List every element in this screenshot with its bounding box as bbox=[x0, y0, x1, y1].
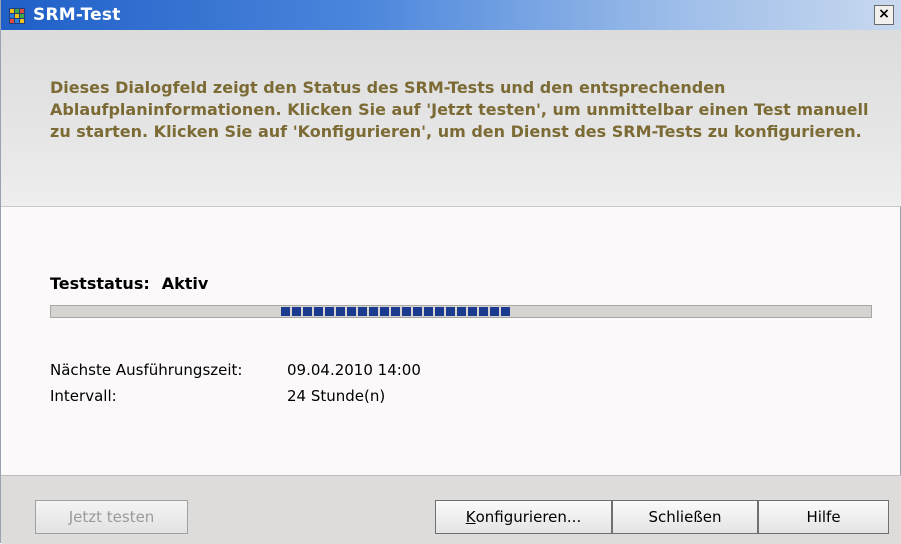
close-icon[interactable]: × bbox=[874, 5, 894, 25]
progress-block bbox=[336, 307, 345, 316]
srm-test-dialog: SRM-Test × Dieses Dialogfeld zeigt den S… bbox=[0, 0, 901, 544]
info-description: Dieses Dialogfeld zeigt den Status des S… bbox=[50, 78, 869, 141]
help-button[interactable]: Hilfe bbox=[758, 500, 889, 534]
next-run-label: Nächste Ausführungszeit: bbox=[50, 361, 243, 379]
test-status-label: Teststatus: bbox=[50, 274, 150, 293]
progress-block bbox=[435, 307, 444, 316]
title-bar[interactable]: SRM-Test × bbox=[1, 0, 901, 30]
progress-block bbox=[468, 307, 477, 316]
test-status-value: Aktiv bbox=[161, 274, 209, 293]
progress-block bbox=[281, 307, 290, 316]
close-button[interactable]: Schließen bbox=[612, 500, 758, 534]
progress-block bbox=[424, 307, 433, 316]
progress-block bbox=[391, 307, 400, 316]
test-status: Teststatus: Aktiv bbox=[50, 274, 208, 293]
test-now-button[interactable]: Jetzt testen bbox=[35, 500, 188, 534]
progress-fill bbox=[281, 307, 510, 316]
progress-block bbox=[303, 307, 312, 316]
progress-block bbox=[358, 307, 367, 316]
progress-block bbox=[369, 307, 378, 316]
progress-block bbox=[380, 307, 389, 316]
window-title: SRM-Test bbox=[33, 5, 121, 25]
progress-block bbox=[314, 307, 323, 316]
info-panel: Dieses Dialogfeld zeigt den Status des S… bbox=[1, 30, 901, 207]
progress-block bbox=[402, 307, 411, 316]
configure-button[interactable]: Konfigurieren... bbox=[435, 500, 612, 534]
app-grid-icon bbox=[9, 8, 25, 24]
next-run-row: Nächste Ausführungszeit: 09.04.2010 14:0… bbox=[50, 361, 421, 379]
progress-block bbox=[479, 307, 488, 316]
progress-block bbox=[413, 307, 422, 316]
progress-block bbox=[292, 307, 301, 316]
next-run-value: 09.04.2010 14:00 bbox=[287, 361, 421, 379]
progress-block bbox=[325, 307, 334, 316]
progress-block bbox=[347, 307, 356, 316]
interval-label: Intervall: bbox=[50, 387, 117, 405]
interval-row: Intervall: 24 Stunde(n) bbox=[50, 387, 385, 405]
progress-block bbox=[490, 307, 499, 316]
progress-bar bbox=[50, 305, 872, 318]
progress-block bbox=[501, 307, 510, 316]
interval-value: 24 Stunde(n) bbox=[287, 387, 386, 405]
progress-block bbox=[457, 307, 466, 316]
progress-block bbox=[446, 307, 455, 316]
